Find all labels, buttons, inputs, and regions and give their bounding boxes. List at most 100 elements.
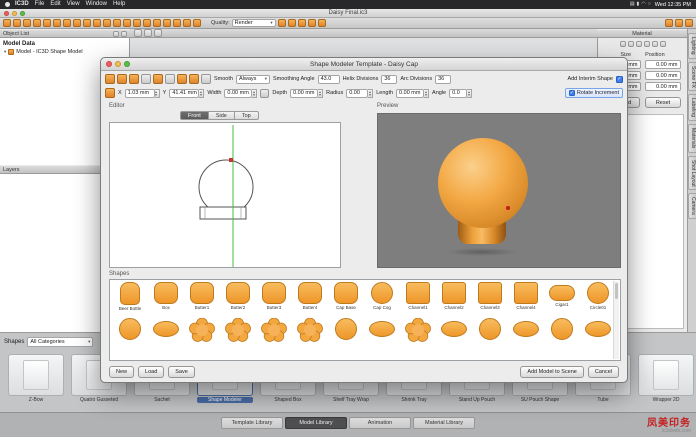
new-button[interactable]: New — [109, 366, 134, 378]
profile-editor-canvas[interactable] — [109, 122, 341, 268]
depth-stepper[interactable] — [318, 89, 323, 98]
link-dimensions-icon[interactable] — [260, 89, 269, 98]
shape-item[interactable]: Channel3 — [472, 282, 508, 311]
dialog-tool-icon-1[interactable] — [105, 74, 115, 84]
side-tab-scene-fx[interactable]: Scene FX — [688, 62, 696, 92]
library-tab-material-library[interactable]: Material Library — [413, 417, 475, 429]
shape-item[interactable]: Channel2 — [436, 282, 472, 311]
toolbar-icon[interactable] — [23, 19, 31, 27]
shape-item[interactable] — [472, 318, 508, 347]
menu-item-help[interactable]: Help — [113, 0, 125, 9]
shape-item[interactable] — [256, 318, 292, 347]
menu-item-view[interactable]: View — [67, 0, 80, 9]
dialog-tool-icon-8[interactable] — [189, 74, 199, 84]
menu-item-ic3d[interactable]: IC3D — [15, 0, 29, 9]
shape-item[interactable] — [148, 318, 184, 347]
shape-item[interactable] — [400, 318, 436, 347]
smooth-dropdown[interactable]: Always ▾ — [236, 75, 270, 84]
rotate-increment-button[interactable]: Rotate Increment — [565, 88, 623, 98]
tree-item-model[interactable]: ▾ Model - IC3D Shape Model — [0, 49, 129, 55]
dialog-tool-icon-5[interactable] — [153, 74, 163, 84]
preview-3d-canvas[interactable] — [377, 113, 621, 268]
toolbar-icon[interactable] — [153, 19, 161, 27]
x-stepper[interactable] — [155, 89, 160, 98]
length-field[interactable]: 0.00 mm — [396, 89, 424, 98]
menu-item-window[interactable]: Window — [86, 0, 107, 9]
battery-icon[interactable]: ▮ — [637, 0, 640, 9]
shape-item[interactable]: Cigar1 — [544, 282, 580, 311]
toolbar-icon[interactable] — [123, 19, 131, 27]
x-field[interactable]: 1.03 mm — [125, 89, 155, 98]
category-dropdown[interactable]: All Categories ▾ — [27, 337, 93, 347]
angle-stepper[interactable] — [467, 89, 472, 98]
side-tab-camera[interactable]: Camera — [688, 193, 696, 219]
menu-item-file[interactable]: File — [35, 0, 45, 9]
toolbar-icon[interactable] — [83, 19, 91, 27]
toolbar-icon[interactable] — [318, 19, 326, 27]
editor-tab-top[interactable]: Top — [235, 111, 259, 120]
toolbar-icon[interactable] — [143, 19, 151, 27]
library-item[interactable]: Wrapper 2D — [638, 354, 694, 403]
helix-divisions-field[interactable]: 36 — [381, 75, 397, 84]
load-button[interactable]: Load — [138, 366, 164, 378]
shape-item[interactable]: Channel1 — [400, 282, 436, 311]
toolbar-icon[interactable] — [63, 19, 71, 27]
shape-item[interactable]: Channel4 — [508, 282, 544, 311]
toolbar-icon[interactable] — [278, 19, 286, 27]
toolbar-icon[interactable] — [660, 41, 666, 47]
add-interim-shape-checkbox[interactable] — [616, 76, 623, 83]
toolbar-icon[interactable] — [93, 19, 101, 27]
toolbar-icon[interactable] — [33, 19, 41, 27]
side-tab-lighting[interactable]: Lighting — [688, 33, 696, 59]
scrollbar-thumb[interactable] — [615, 283, 618, 299]
shape-item[interactable]: Cap Base — [328, 282, 364, 311]
dialog-tool-icon-3[interactable] — [129, 74, 139, 84]
toolbar-icon[interactable] — [113, 19, 121, 27]
toolbar-icon[interactable] — [685, 19, 693, 27]
library-tab-template-library[interactable]: Template Library — [221, 417, 283, 429]
shape-item[interactable] — [364, 318, 400, 347]
toolbar-icon[interactable] — [644, 41, 650, 47]
shape-item[interactable]: Butter1 — [184, 282, 220, 311]
cancel-button[interactable]: Cancel — [588, 366, 619, 378]
shape-item[interactable] — [184, 318, 220, 347]
shape-item[interactable]: Butter3 — [256, 282, 292, 311]
shape-item[interactable]: Beer Bottle — [112, 282, 148, 311]
shape-item[interactable] — [292, 318, 328, 347]
toolbar-icon[interactable] — [133, 19, 141, 27]
toolbar-icon[interactable] — [3, 19, 11, 27]
angle-field[interactable]: 0.0 — [449, 89, 467, 98]
toolbar-icon[interactable] — [113, 31, 119, 37]
dialog-tool-icon-4[interactable] — [141, 74, 151, 84]
shape-item[interactable] — [328, 318, 364, 347]
search-icon[interactable]: ○ — [648, 0, 651, 9]
toolbar-icon[interactable] — [73, 19, 81, 27]
disclosure-triangle-icon[interactable]: ▾ — [4, 49, 6, 55]
y-field[interactable]: 41.41 mm — [169, 89, 199, 98]
shape-item[interactable]: Butter4 — [292, 282, 328, 311]
toolbar-icon[interactable] — [173, 19, 181, 27]
width-stepper[interactable] — [252, 89, 257, 98]
side-tab-materials[interactable]: Materials — [688, 124, 696, 152]
library-tab-model-library[interactable]: Model Library — [285, 417, 347, 429]
toolbar-icon[interactable] — [53, 19, 61, 27]
dialog-tool-icon-7[interactable] — [177, 74, 187, 84]
add-model-to-scene-button[interactable]: Add Model to Scene — [520, 366, 584, 378]
toolbar-icon[interactable] — [298, 19, 306, 27]
toolbar-icon[interactable] — [13, 19, 21, 27]
dialog-tool-icon-2[interactable] — [117, 74, 127, 84]
radius-field[interactable]: 0.00 — [346, 89, 368, 98]
toolbar-icon[interactable] — [144, 29, 152, 37]
editor-tab-side[interactable]: Side — [209, 111, 235, 120]
toolbar-icon[interactable] — [154, 29, 162, 37]
toolbar-icon[interactable] — [183, 19, 191, 27]
position-value-field[interactable]: 0.00 mm — [645, 82, 681, 91]
rotate-increment-checkbox[interactable] — [569, 90, 575, 96]
display-icon[interactable]: ▤ — [630, 0, 635, 9]
arc-divisions-field[interactable]: 36 — [435, 75, 451, 84]
library-tab-animation[interactable]: Animation — [349, 417, 411, 429]
wifi-icon[interactable]: ◠ — [641, 0, 645, 9]
toolbar-icon[interactable] — [103, 19, 111, 27]
shape-item[interactable]: Butter2 — [220, 282, 256, 311]
side-tab-labeling[interactable]: Labeling — [688, 94, 696, 121]
